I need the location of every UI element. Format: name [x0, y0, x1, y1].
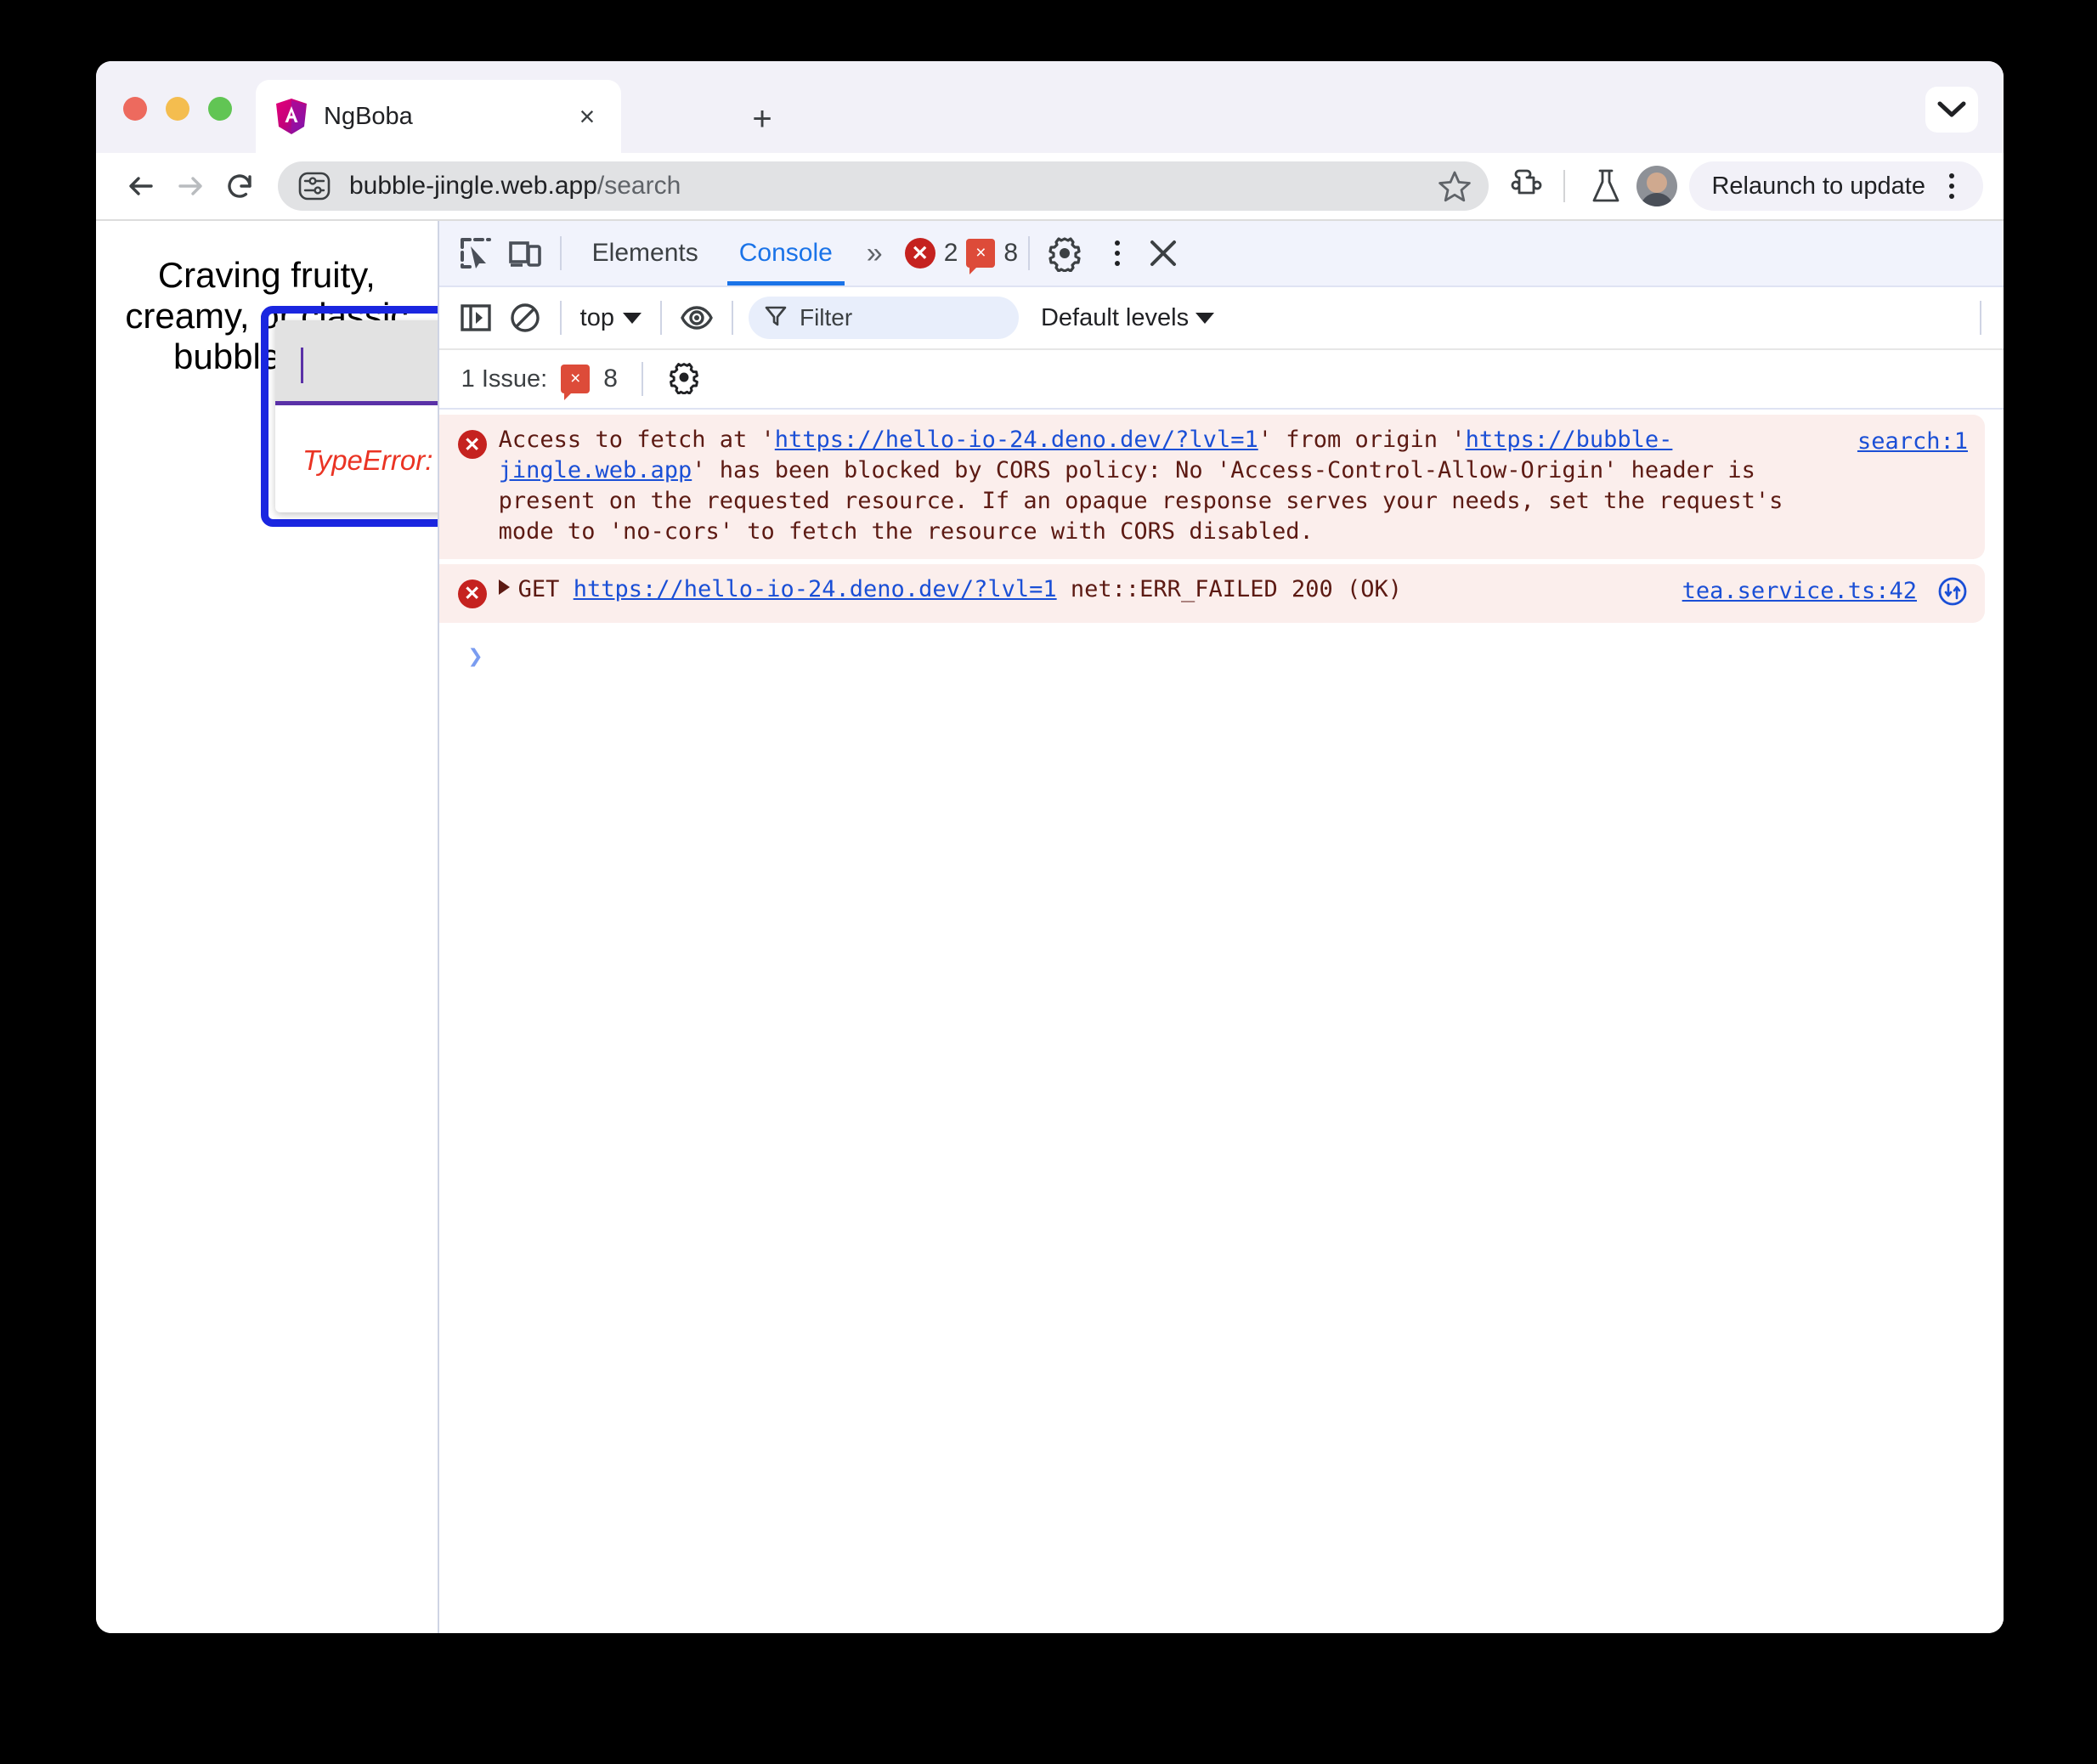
error-circle-icon[interactable]: ✕: [904, 238, 935, 269]
search-card: TypeError: Failed to fetch: [275, 320, 438, 512]
error-circle-icon: ✕: [457, 579, 487, 608]
extensions-puzzle-icon[interactable]: [1504, 162, 1552, 210]
tab-strip: NgBoba × +: [96, 61, 2004, 153]
issues-bar[interactable]: 1 Issue: × 8: [438, 350, 2004, 410]
expand-triangle-icon[interactable]: [498, 579, 510, 595]
chevron-double-right-icon[interactable]: »: [853, 237, 896, 270]
search-highlight-annotation: TypeError: Failed to fetch: [261, 306, 438, 527]
devtools-badges: ✕ 2 × 8: [904, 238, 1019, 274]
flask-experiments-icon[interactable]: [1582, 162, 1630, 210]
kebab-menu-icon[interactable]: [1089, 229, 1139, 278]
live-expression-eye-icon[interactable]: [672, 293, 721, 342]
filterbar-divider: [559, 301, 562, 335]
issue-square-icon[interactable]: ×: [561, 365, 591, 400]
search-error-message: TypeError: Failed to fetch: [302, 444, 438, 476]
text-caret: [301, 348, 303, 383]
devtools-divider-2: [1028, 236, 1031, 270]
console-message-cors-error[interactable]: ✕ Access to fetch at 'https://hello-io-2…: [438, 415, 1985, 559]
console-output[interactable]: ✕ Access to fetch at 'https://hello-io-2…: [438, 410, 2004, 1633]
show-console-sidebar-icon[interactable]: [451, 293, 500, 342]
issue-count: 8: [1003, 239, 1019, 267]
browser-tab-ngboba[interactable]: NgBoba ×: [256, 80, 621, 153]
filterbar-divider-2: [659, 301, 662, 335]
execution-context-selector[interactable]: top: [572, 304, 650, 332]
error-circle-icon: ✕: [457, 430, 487, 459]
close-window-button[interactable]: [123, 97, 147, 121]
message-link-target[interactable]: https://hello-io-24.deno.dev/?lvl=1: [775, 427, 1258, 453]
omnibox[interactable]: bubble-jingle.web.app/search: [278, 161, 1489, 211]
search-input[interactable]: [275, 320, 438, 405]
chevron-down-icon: [1195, 312, 1215, 324]
relaunch-label: Relaunch to update: [1711, 172, 1925, 200]
devtools-divider: [559, 236, 562, 270]
issues-count: 8: [603, 365, 618, 393]
chevron-down-icon: [622, 312, 642, 324]
forward-icon: [166, 161, 215, 211]
web-page-content: Craving fruity, creamy, or classic bubbl…: [96, 221, 438, 1633]
omnibox-host: bubble-jingle.web.app: [349, 172, 597, 200]
console-message-source[interactable]: tea.service.ts:42: [1682, 578, 1917, 604]
console-message-source[interactable]: search:1: [1857, 428, 1968, 455]
tab-console[interactable]: Console: [719, 221, 853, 286]
minimize-window-button[interactable]: [166, 97, 189, 121]
browser-window: NgBoba × + bubble-jingle.web.app/search …: [96, 61, 2004, 1633]
back-icon[interactable]: [116, 161, 166, 211]
devtools-panel: Elements Console » ✕ 2 × 8 top Filter De…: [437, 221, 2004, 1633]
filter-funnel-icon: [764, 304, 788, 332]
toolbar-divider: [1563, 170, 1566, 202]
chevron-down-icon[interactable]: [1925, 87, 1978, 133]
browser-viewport: Craving fruity, creamy, or classic bubbl…: [96, 219, 2004, 1633]
tab-close-icon[interactable]: ×: [568, 98, 606, 135]
site-settings-tune-icon[interactable]: [297, 168, 332, 204]
browser-toolbar: bubble-jingle.web.app/search Relaunch to…: [96, 153, 2004, 219]
filter-placeholder: Filter: [799, 304, 853, 331]
filterbar-divider-3: [731, 301, 733, 335]
device-toolbar-icon[interactable]: [500, 229, 550, 278]
clear-console-icon[interactable]: [500, 293, 550, 342]
tab-elements[interactable]: Elements: [572, 221, 719, 286]
bookmark-star-icon[interactable]: [1433, 164, 1477, 208]
tab-title: NgBoba: [324, 102, 413, 130]
profile-avatar[interactable]: [1636, 166, 1678, 206]
gear-icon[interactable]: [667, 360, 701, 399]
new-tab-button[interactable]: +: [742, 99, 783, 139]
angular-logo-icon: [274, 99, 308, 134]
filter-input[interactable]: Filter: [748, 297, 1019, 339]
filterbar-divider-4: [1980, 301, 1981, 335]
error-count: 2: [943, 239, 958, 267]
relaunch-to-update-button[interactable]: Relaunch to update: [1689, 161, 1983, 211]
close-icon[interactable]: [1139, 229, 1188, 278]
log-levels-label: Default levels: [1040, 303, 1190, 331]
inspect-element-icon[interactable]: [451, 229, 500, 278]
console-prompt[interactable]: ❯: [439, 628, 2004, 671]
gear-icon[interactable]: [1040, 229, 1089, 278]
maximize-window-button[interactable]: [208, 97, 232, 121]
console-message-network-error[interactable]: ✕ GET https://hello-io-24.deno.dev/?lvl=…: [438, 563, 1985, 623]
issue-square-icon[interactable]: ×: [966, 239, 996, 274]
console-message-text: GET https://hello-io-24.deno.dev/?lvl=1 …: [498, 574, 1670, 605]
issuebar-divider: [641, 362, 643, 396]
devtools-tabbar: Elements Console » ✕ 2 × 8: [438, 221, 2004, 287]
window-traffic-lights: [123, 97, 232, 121]
omnibox-path: /search: [596, 172, 681, 200]
omnibox-url[interactable]: bubble-jingle.web.app/search: [349, 172, 1433, 201]
execution-context-label: top: [579, 303, 614, 331]
console-filter-bar: top Filter Default levels: [438, 287, 2004, 350]
issues-label: 1 Issue:: [461, 365, 548, 393]
console-message-text: Access to fetch at 'https://hello-io-24.…: [498, 427, 1783, 545]
message-link-request[interactable]: https://hello-io-24.deno.dev/?lvl=1: [574, 576, 1057, 602]
boba-cup-illustration: [436, 748, 438, 1546]
reload-icon[interactable]: [215, 161, 264, 211]
log-levels-selector[interactable]: Default levels: [1040, 303, 1215, 332]
kebab-menu-icon[interactable]: [1932, 167, 1971, 206]
network-request-icon[interactable]: [1937, 576, 1968, 611]
